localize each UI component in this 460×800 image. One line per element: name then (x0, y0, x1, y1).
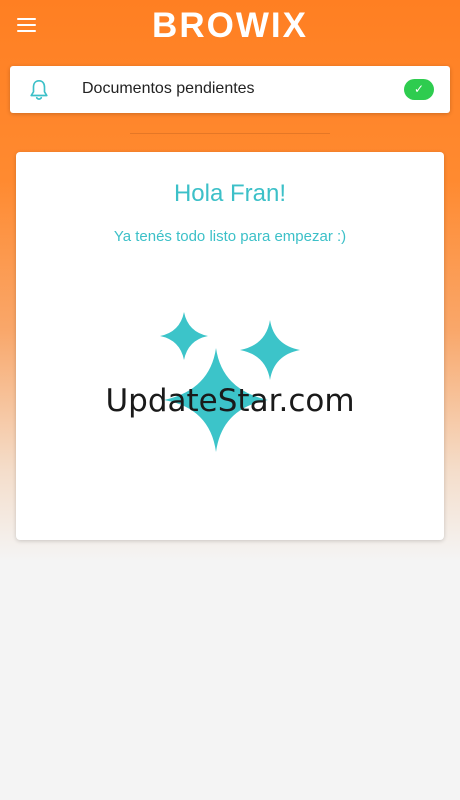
welcome-card: Hola Fran! Ya tenés todo listo para empe… (16, 152, 444, 540)
check-icon[interactable]: ✓ (404, 79, 434, 100)
watermark-text: UpdateStar.com (105, 383, 355, 419)
right-sparkle (240, 320, 300, 380)
pending-documents-card[interactable]: Documentos pendientes ✓ (10, 66, 450, 113)
bell-icon (30, 80, 48, 100)
divider (130, 133, 330, 134)
top-bar: BROWIX (0, 0, 460, 56)
app-logo: BROWIX (152, 6, 308, 45)
small-sparkle (160, 312, 208, 360)
pending-documents-label: Documentos pendientes (82, 80, 255, 97)
sparkles-icon (160, 312, 300, 452)
